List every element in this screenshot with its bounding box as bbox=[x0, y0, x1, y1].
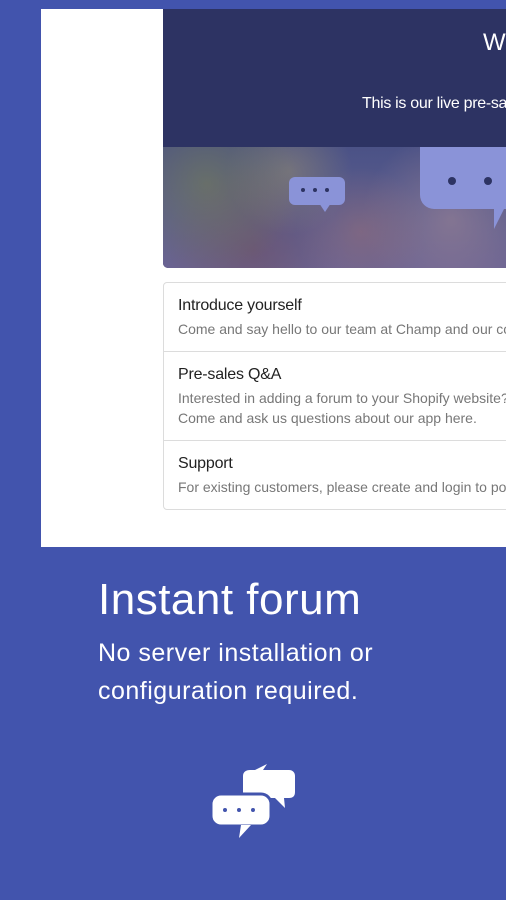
forum-category-name[interactable]: Pre-sales Q&A bbox=[178, 366, 506, 384]
forum-category-introduce-yourself[interactable]: Introduce yourself Come and say hello to… bbox=[164, 283, 506, 352]
forum-category-description: Come and say hello to our team at Champ … bbox=[178, 321, 506, 337]
tagline-subtitle: No server installation or configuration … bbox=[98, 639, 374, 705]
tagline-title: Instant forum bbox=[98, 575, 362, 624]
forum-hero-banner: We This is our live pre-sale bbox=[163, 9, 506, 268]
forum-category-description: Interested in adding a forum to your Sho… bbox=[178, 390, 506, 406]
forum-category-pre-sales-qa[interactable]: Pre-sales Q&A Interested in adding a for… bbox=[164, 352, 506, 441]
app-screenshot-card: We This is our live pre-sale Introduce y… bbox=[41, 9, 506, 547]
forum-category-name[interactable]: Support bbox=[178, 455, 506, 473]
forum-category-support[interactable]: Support For existing customers, please c… bbox=[164, 441, 506, 509]
forum-category-list: Introduce yourself Come and say hello to… bbox=[163, 282, 506, 510]
forum-category-description: For existing customers, please create an… bbox=[178, 479, 506, 495]
chat-bubbles-logo-icon bbox=[209, 764, 295, 838]
chat-bubble-icon bbox=[289, 177, 345, 212]
forum-category-description: Come and ask us questions about our app … bbox=[178, 410, 477, 426]
chat-bubble-icon bbox=[420, 147, 506, 229]
hero-header-area bbox=[163, 9, 506, 149]
hero-title: We bbox=[483, 29, 506, 56]
forum-category-name[interactable]: Introduce yourself bbox=[178, 297, 506, 315]
hero-subtitle: This is our live pre-sale bbox=[362, 95, 506, 112]
